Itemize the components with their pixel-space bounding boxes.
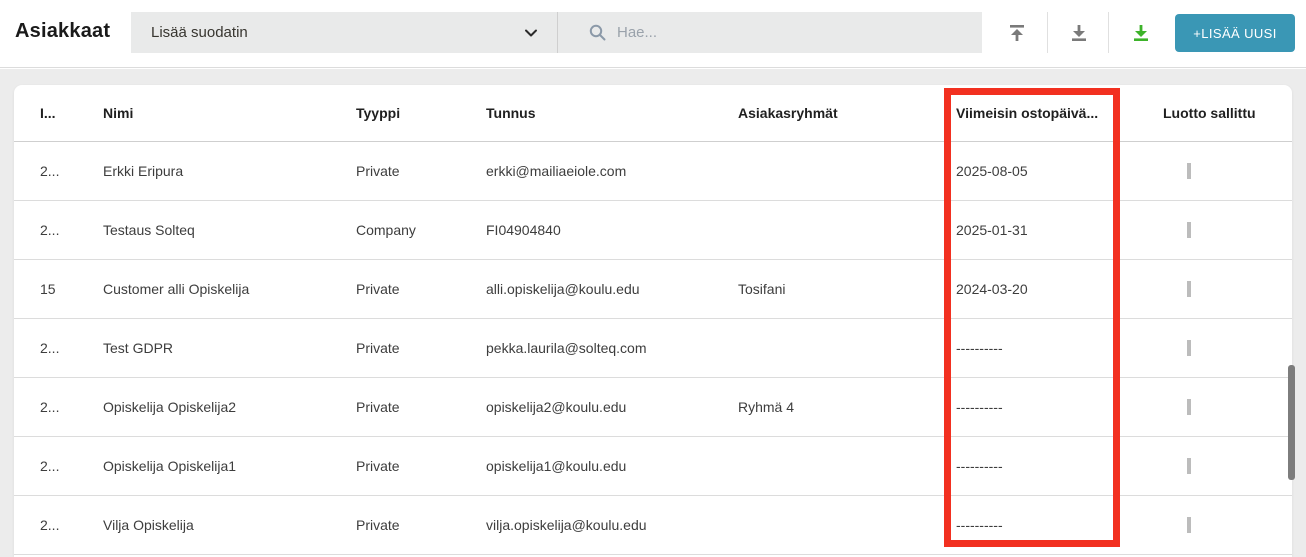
cell-viimeisin: ---------- <box>956 399 1003 415</box>
toolbar-divider <box>1047 12 1048 53</box>
cell-tunnus: vilja.opiskelija@koulu.edu <box>486 517 647 533</box>
cell-tunnus: FI04904840 <box>486 222 561 238</box>
table-row[interactable]: 15 Customer alli Opiskelija Private alli… <box>14 260 1292 319</box>
cell-viimeisin: 2025-08-05 <box>956 163 1028 179</box>
credit-allowed-checkbox[interactable] <box>1187 458 1191 474</box>
cell-tunnus: opiskelija2@koulu.edu <box>486 399 627 415</box>
cell-tunnus: alli.opiskelija@koulu.edu <box>486 281 640 297</box>
vertical-scrollbar-thumb[interactable] <box>1288 365 1295 480</box>
table-row[interactable]: 2... Opiskelija Opiskelija1 Private opis… <box>14 437 1292 496</box>
cell-id: 2... <box>40 458 60 474</box>
credit-allowed-checkbox[interactable] <box>1187 340 1191 356</box>
export-download-button[interactable] <box>1121 13 1161 53</box>
cell-nimi: Customer alli Opiskelija <box>103 281 250 297</box>
column-header-tyyppi[interactable]: Tyyppi <box>356 105 486 121</box>
cell-id: 2... <box>40 163 60 179</box>
cell-id: 15 <box>40 281 56 297</box>
cell-id: 2... <box>40 340 60 356</box>
upload-button[interactable] <box>997 13 1037 53</box>
credit-allowed-checkbox[interactable] <box>1187 517 1191 533</box>
customers-table: I... Nimi Tyyppi Tunnus Asiakasryhmät Vi… <box>14 85 1292 557</box>
cell-tyyppi: Private <box>356 517 400 533</box>
column-header-nimi[interactable]: Nimi <box>103 105 356 121</box>
credit-allowed-checkbox[interactable] <box>1187 222 1191 238</box>
cell-viimeisin: ---------- <box>956 458 1003 474</box>
chevron-down-icon <box>523 25 539 41</box>
cell-id: 2... <box>40 222 60 238</box>
cell-id: 2... <box>40 517 60 533</box>
cell-tunnus: pekka.laurila@solteq.com <box>486 340 647 356</box>
cell-nimi: Test GDPR <box>103 340 174 356</box>
cell-tyyppi: Company <box>356 222 416 238</box>
cell-tunnus: opiskelija1@koulu.edu <box>486 458 627 474</box>
table-header-row: I... Nimi Tyyppi Tunnus Asiakasryhmät Vi… <box>14 85 1292 142</box>
cell-nimi: Testaus Solteq <box>103 222 195 238</box>
cell-viimeisin: 2025-01-31 <box>956 222 1028 238</box>
filter-dropdown-label: Lisää suodatin <box>151 24 248 41</box>
column-header-viimeisin-ostopaiva[interactable]: Viimeisin ostopäivä... <box>956 105 1163 121</box>
top-bar: Asiakkaat Lisää suodatin Hae... +LISÄÄ U… <box>0 0 1306 68</box>
page-title: Asiakkaat <box>15 20 111 42</box>
cell-tyyppi: Private <box>356 458 400 474</box>
cell-nimi: Opiskelija Opiskelija2 <box>103 399 237 415</box>
credit-allowed-checkbox[interactable] <box>1187 399 1191 415</box>
search-placeholder: Hae... <box>617 24 658 41</box>
table-row[interactable]: 2... Erkki Eripura Private erkki@mailiae… <box>14 142 1292 201</box>
cell-asiakasryhmat: Tosifani <box>738 281 786 297</box>
credit-allowed-checkbox[interactable] <box>1187 163 1191 179</box>
upload-icon <box>1006 22 1028 44</box>
column-header-id[interactable]: I... <box>14 105 103 121</box>
cell-viimeisin: ---------- <box>956 517 1003 533</box>
download-icon <box>1068 22 1090 44</box>
credit-allowed-checkbox[interactable] <box>1187 281 1191 297</box>
add-new-button[interactable]: +LISÄÄ UUSI <box>1175 14 1295 52</box>
cell-nimi: Vilja Opiskelija <box>103 517 194 533</box>
cell-nimi: Erkki Eripura <box>103 163 184 179</box>
cell-id: 2... <box>40 399 60 415</box>
download-button[interactable] <box>1059 13 1099 53</box>
cell-tyyppi: Private <box>356 281 400 297</box>
download-green-icon <box>1130 22 1152 44</box>
table-row[interactable]: 2... Test GDPR Private pekka.laurila@sol… <box>14 319 1292 378</box>
cell-tyyppi: Private <box>356 399 400 415</box>
table-row[interactable]: 2... Testaus Solteq Company FI04904840 2… <box>14 201 1292 260</box>
toolbar-divider <box>1108 12 1109 53</box>
column-header-asiakasryhmat[interactable]: Asiakasryhmät <box>738 105 956 121</box>
column-header-luotto-sallittu[interactable]: Luotto sallittu <box>1163 105 1292 121</box>
table-row[interactable]: 2... Opiskelija Opiskelija2 Private opis… <box>14 378 1292 437</box>
filter-search-bar: Lisää suodatin Hae... <box>131 12 982 53</box>
table-row[interactable]: 2... Vilja Opiskelija Private vilja.opis… <box>14 496 1292 555</box>
search-icon <box>588 23 607 42</box>
cell-viimeisin: 2024-03-20 <box>956 281 1028 297</box>
cell-tunnus: erkki@mailiaeiole.com <box>486 163 627 179</box>
search-input[interactable]: Hae... <box>558 12 982 53</box>
cell-tyyppi: Private <box>356 163 400 179</box>
cell-nimi: Opiskelija Opiskelija1 <box>103 458 237 474</box>
cell-asiakasryhmat: Ryhmä 4 <box>738 399 795 415</box>
column-header-tunnus[interactable]: Tunnus <box>486 105 738 121</box>
cell-tyyppi: Private <box>356 340 400 356</box>
filter-dropdown[interactable]: Lisää suodatin <box>131 12 557 53</box>
cell-viimeisin: ---------- <box>956 340 1003 356</box>
